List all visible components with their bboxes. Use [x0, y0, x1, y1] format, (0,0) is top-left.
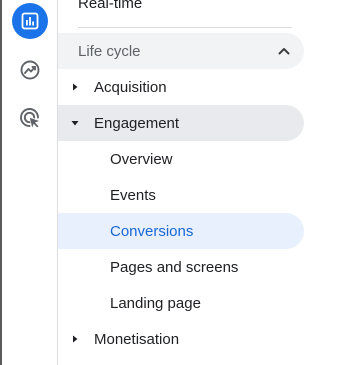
caret-right-icon: [73, 83, 78, 91]
chevron-up-icon: [278, 48, 290, 55]
nav-group-acquisition[interactable]: Acquisition: [58, 69, 304, 105]
nav-item-overview[interactable]: Overview: [58, 141, 304, 177]
nav-group-monetisation[interactable]: Monetisation: [58, 321, 304, 357]
nav-item-label: Overview: [110, 150, 173, 168]
nav-divider: [78, 27, 292, 28]
caret-down-icon: [71, 121, 79, 126]
reports-rail-button[interactable]: [12, 3, 48, 39]
bar-chart-icon: [21, 12, 39, 30]
nav-item-label: Events: [110, 186, 156, 204]
nav-item-label: Conversions: [110, 222, 194, 240]
nav-group-label: Acquisition: [94, 78, 167, 96]
caret-right-icon: [73, 335, 78, 343]
nav-item-label: Landing page: [110, 294, 201, 312]
nav-group-engagement[interactable]: Engagement: [58, 105, 304, 141]
reports-nav: Real-time Life cycle Acquisition Engagem…: [58, 0, 343, 365]
icon-rail: [2, 0, 57, 365]
app-frame: Real-time Life cycle Acquisition Engagem…: [0, 0, 343, 365]
explore-rail-button[interactable]: [12, 52, 48, 88]
nav-item-conversions[interactable]: Conversions: [58, 213, 304, 249]
nav-group-label: Engagement: [94, 114, 180, 132]
nav-item-real-time[interactable]: Real-time: [78, 0, 142, 14]
explore-trend-icon: [20, 60, 40, 80]
section-label: Life cycle: [78, 42, 141, 60]
section-life-cycle[interactable]: Life cycle: [58, 33, 304, 69]
nav-item-pages-and-screens[interactable]: Pages and screens: [58, 249, 304, 285]
advertising-cursor-icon: [20, 108, 39, 128]
nav-item-label: Pages and screens: [110, 258, 239, 276]
nav-item-events[interactable]: Events: [58, 177, 304, 213]
advertising-rail-button[interactable]: [12, 100, 48, 136]
nav-group-label: Monetisation: [94, 330, 180, 348]
nav-item-landing-page[interactable]: Landing page: [58, 285, 304, 321]
